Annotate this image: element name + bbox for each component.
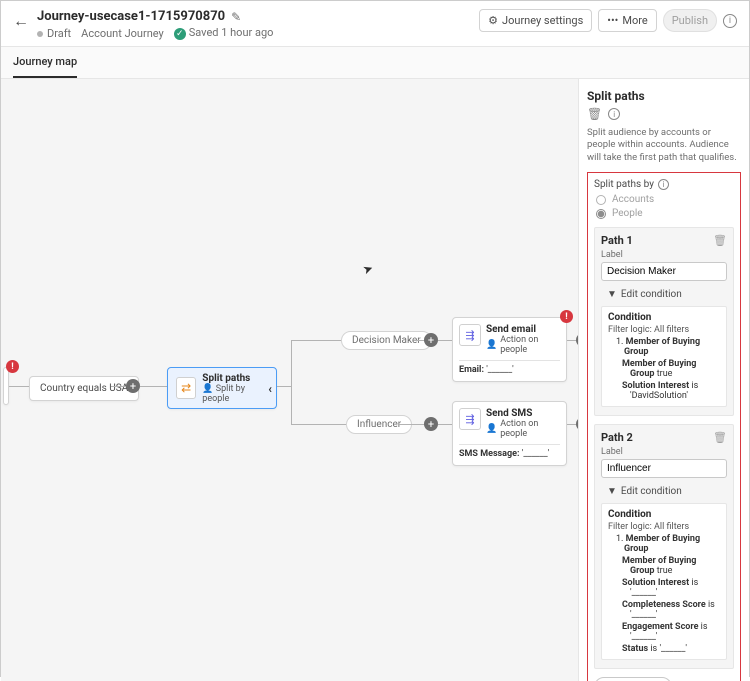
chevron-left-icon: ‹ <box>268 382 272 396</box>
back-arrow-icon[interactable]: ← <box>13 11 29 31</box>
split-config-section: Split paths by i Accounts People Path 1 … <box>587 172 741 681</box>
info-icon[interactable]: i <box>608 108 620 120</box>
path-card-2: Path 2 🗑 Label ▼Edit condition Condition… <box>594 424 734 669</box>
send-email-node[interactable]: ⇶ Send email 👤 Action on people Email: '… <box>452 317 567 382</box>
cursor-icon: ➤ <box>361 261 375 278</box>
split-paths-node[interactable]: ⇄ Split paths 👤 Split by people ‹ <box>167 367 277 409</box>
delete-path-icon[interactable]: 🗑 <box>713 431 727 444</box>
status-badge: Draft <box>37 27 71 40</box>
add-node-button[interactable]: + <box>424 417 438 431</box>
filter-icon: ▼ <box>607 486 617 497</box>
country-filter-node[interactable]: Country equals USA <box>29 376 139 401</box>
edit-condition-button[interactable]: ▼Edit condition <box>607 486 727 497</box>
header: ← Journey-usecase1-1715970870 ✎ Draft Ac… <box>1 1 749 47</box>
delete-path-icon[interactable]: 🗑 <box>713 234 727 247</box>
radio-accounts[interactable]: Accounts <box>596 194 734 205</box>
dots-icon: ••• <box>607 14 618 27</box>
condition-summary: Condition Filter logic: All filters 1. M… <box>601 503 727 660</box>
journey-canvas[interactable]: ➤ ! Country equals USA + ⇄ Split paths 👤… <box>1 79 578 681</box>
journey-settings-button[interactable]: ⚙Journey settings <box>479 9 592 32</box>
add-node-button[interactable]: + <box>576 417 578 431</box>
add-node-button[interactable]: + <box>576 333 578 347</box>
journey-type: Account Journey <box>81 27 164 40</box>
panel-description: Split audience by accounts or people wit… <box>587 127 741 164</box>
more-button[interactable]: •••More <box>598 9 656 32</box>
split-icon: ⇄ <box>176 377 196 399</box>
publish-button: Publish <box>663 9 717 32</box>
journey-title: Journey-usecase1-1715970870 <box>37 9 225 24</box>
alert-icon: ! <box>560 310 573 323</box>
check-icon: ✓ <box>174 28 186 40</box>
properties-panel: Split paths 🗑 i Split audience by accoun… <box>578 79 749 681</box>
panel-title: Split paths <box>587 89 741 103</box>
split-by-label: Split paths by i <box>594 179 734 190</box>
add-path-button[interactable]: +Add path <box>594 677 672 681</box>
gear-icon: ⚙ <box>488 14 498 27</box>
path1-label-input[interactable] <box>601 262 727 281</box>
alert-icon: ! <box>6 360 19 373</box>
filter-icon: ▼ <box>607 289 617 300</box>
path2-label-input[interactable] <box>601 459 727 478</box>
saved-status: ✓Saved 1 hour ago <box>174 26 274 40</box>
action-icon: ⇶ <box>459 324 481 346</box>
delete-icon[interactable]: 🗑 <box>587 107 602 121</box>
info-icon[interactable]: i <box>658 179 669 190</box>
tab-journey-map[interactable]: Journey map <box>13 47 77 78</box>
add-node-button[interactable]: + <box>424 333 438 347</box>
radio-people[interactable]: People <box>596 208 734 219</box>
path-card-1: Path 1 🗑 Label ▼Edit condition Condition… <box>594 227 734 416</box>
help-icon[interactable]: i <box>723 14 737 28</box>
condition-summary: Condition Filter logic: All filters 1. M… <box>601 306 727 407</box>
send-sms-node[interactable]: ⇶ Send SMS 👤 Action on people SMS Messag… <box>452 401 567 466</box>
tabs: Journey map <box>1 47 749 79</box>
action-icon: ⇶ <box>459 408 481 430</box>
edit-condition-button[interactable]: ▼Edit condition <box>607 289 727 300</box>
add-node-button[interactable]: + <box>126 379 140 393</box>
edit-title-icon[interactable]: ✎ <box>231 10 241 24</box>
